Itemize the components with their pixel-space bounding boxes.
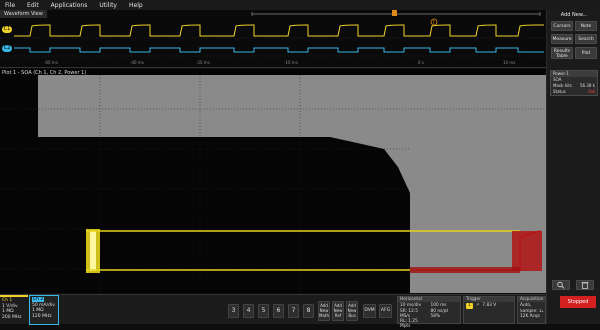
ch2-bandwidth: 120 MHz [32, 313, 52, 319]
acquisition-count: 12K Acqs [520, 313, 540, 319]
soa-mask-region [38, 75, 546, 293]
trigger-position-marker [392, 10, 397, 16]
measure-button[interactable]: Measure [551, 34, 573, 44]
horizontal-record-length: RL: 1.25 Mpts [400, 319, 418, 330]
lower-button-group [552, 280, 594, 290]
ch2-name: Ch 2 [32, 297, 45, 302]
status-label: Status [553, 89, 566, 94]
horizontal-position: 58% [430, 313, 441, 319]
channel-6-button[interactable]: 6 [273, 304, 284, 318]
add-ref-l3: Ref [334, 313, 342, 318]
ch1-bandwidth: 200 MHz [2, 314, 22, 320]
channel-5-button[interactable]: 5 [258, 304, 269, 318]
waveform-view-title: Waveform View [0, 10, 47, 18]
ch2-tag[interactable]: C2 [2, 45, 12, 52]
power-measurement-card[interactable]: Power 1 SOA Mask hits 56.39 k Status Fai… [550, 70, 598, 96]
right-panel: Add New... Cursors Note Measure Search R… [546, 10, 600, 324]
waveform-view[interactable]: T -60 ms -40 ms -20 ms -10 ms 0 s 10 ms … [0, 10, 546, 68]
time-label-3: -10 ms [284, 60, 298, 65]
channel-3-button[interactable]: 3 [228, 304, 239, 318]
soa-plot-graphic [0, 75, 546, 293]
acquisition-title: Acquisition [518, 297, 545, 303]
note-button[interactable]: Note [575, 21, 597, 31]
time-label-4: 0 s [418, 60, 424, 65]
add-new-math-button[interactable]: Add New Math [318, 301, 330, 321]
results-table-button[interactable]: Results Table [551, 47, 573, 59]
menu-utility[interactable]: Utility [93, 2, 123, 9]
svg-text:T: T [432, 20, 436, 25]
zoom-button[interactable] [552, 280, 570, 290]
acquisition-settings[interactable]: Acquisition Auto, Sample: 12 bits 12K Ac… [517, 296, 546, 324]
waveform-overview-graphic: T -60 ms -40 ms -20 ms -10 ms 0 s 10 ms [0, 10, 546, 65]
menu-edit[interactable]: Edit [21, 2, 45, 9]
delete-button[interactable] [576, 280, 594, 290]
zoom-icon [557, 281, 565, 289]
trigger-title: Trigger [464, 297, 514, 303]
cursors-button[interactable]: Cursors [551, 21, 573, 31]
menu-file[interactable]: File [0, 2, 21, 9]
trigger-level-value: 7.83 V [482, 303, 497, 309]
trash-icon [581, 282, 589, 289]
add-new-bus-button[interactable]: Add New Bus [346, 301, 358, 321]
add-bus-l3: Bus [348, 313, 356, 318]
soa-plot[interactable]: Plot 1 - SOA (Ch 1, Ch 2, Power 1) ⋮ [0, 69, 550, 293]
ch1-overview-trace [14, 24, 544, 37]
horizontal-title: Horizontal [398, 297, 460, 303]
channel-8-button[interactable]: 8 [303, 304, 314, 318]
plot-button[interactable]: Plot [575, 47, 597, 59]
add-new-title: Add New... [560, 12, 588, 18]
settings-bar: Ch 1 1 V/div 1 MΩ 200 MHz Ch 2 50 mA/div… [0, 294, 546, 329]
ch2-overview-trace [14, 47, 544, 53]
plot-title: Plot 1 - SOA (Ch 1, Ch 2, Power 1) [2, 70, 87, 76]
status-value: Fail [588, 89, 595, 94]
run-stop-status-button[interactable]: Stopped [560, 296, 596, 308]
trigger-settings[interactable]: Trigger 1 ↗ 7.83 V [463, 296, 515, 324]
trigger-slope-icon: ↗ [475, 303, 480, 309]
menu-applications[interactable]: Applications [45, 2, 94, 9]
time-label-5: 10 ms [503, 60, 515, 65]
channel-4-button[interactable]: 4 [243, 304, 254, 318]
ch1-tag[interactable]: C1 [2, 26, 12, 33]
menu-help[interactable]: Help [123, 2, 149, 9]
afg-button[interactable]: AFG [379, 304, 392, 318]
add-math-l3: Math [319, 313, 330, 318]
time-label-1: -40 ms [130, 60, 144, 65]
channel-7-button[interactable]: 7 [288, 304, 299, 318]
ch2-badge[interactable]: Ch 2 50 mA/div 1 MΩ 120 MHz [29, 295, 59, 325]
dvm-button[interactable]: DVM [363, 304, 376, 318]
add-new-ref-button[interactable]: Add New Ref [332, 301, 344, 321]
menu-bar: File Edit Applications Utility Help [0, 0, 600, 10]
ch1-badge[interactable]: Ch 1 1 V/div 1 MΩ 200 MHz [0, 295, 28, 325]
time-label-0: -60 ms [44, 60, 58, 65]
horizontal-sample-rate: SR: 12.5 MS/s [400, 308, 418, 319]
horizontal-settings[interactable]: Horizontal 10 ms/div SR: 12.5 MS/s RL: 1… [397, 296, 461, 329]
trigger-source-badge: 1 [466, 303, 473, 309]
search-button[interactable]: Search [575, 34, 597, 44]
time-label-2: -20 ms [196, 60, 210, 65]
